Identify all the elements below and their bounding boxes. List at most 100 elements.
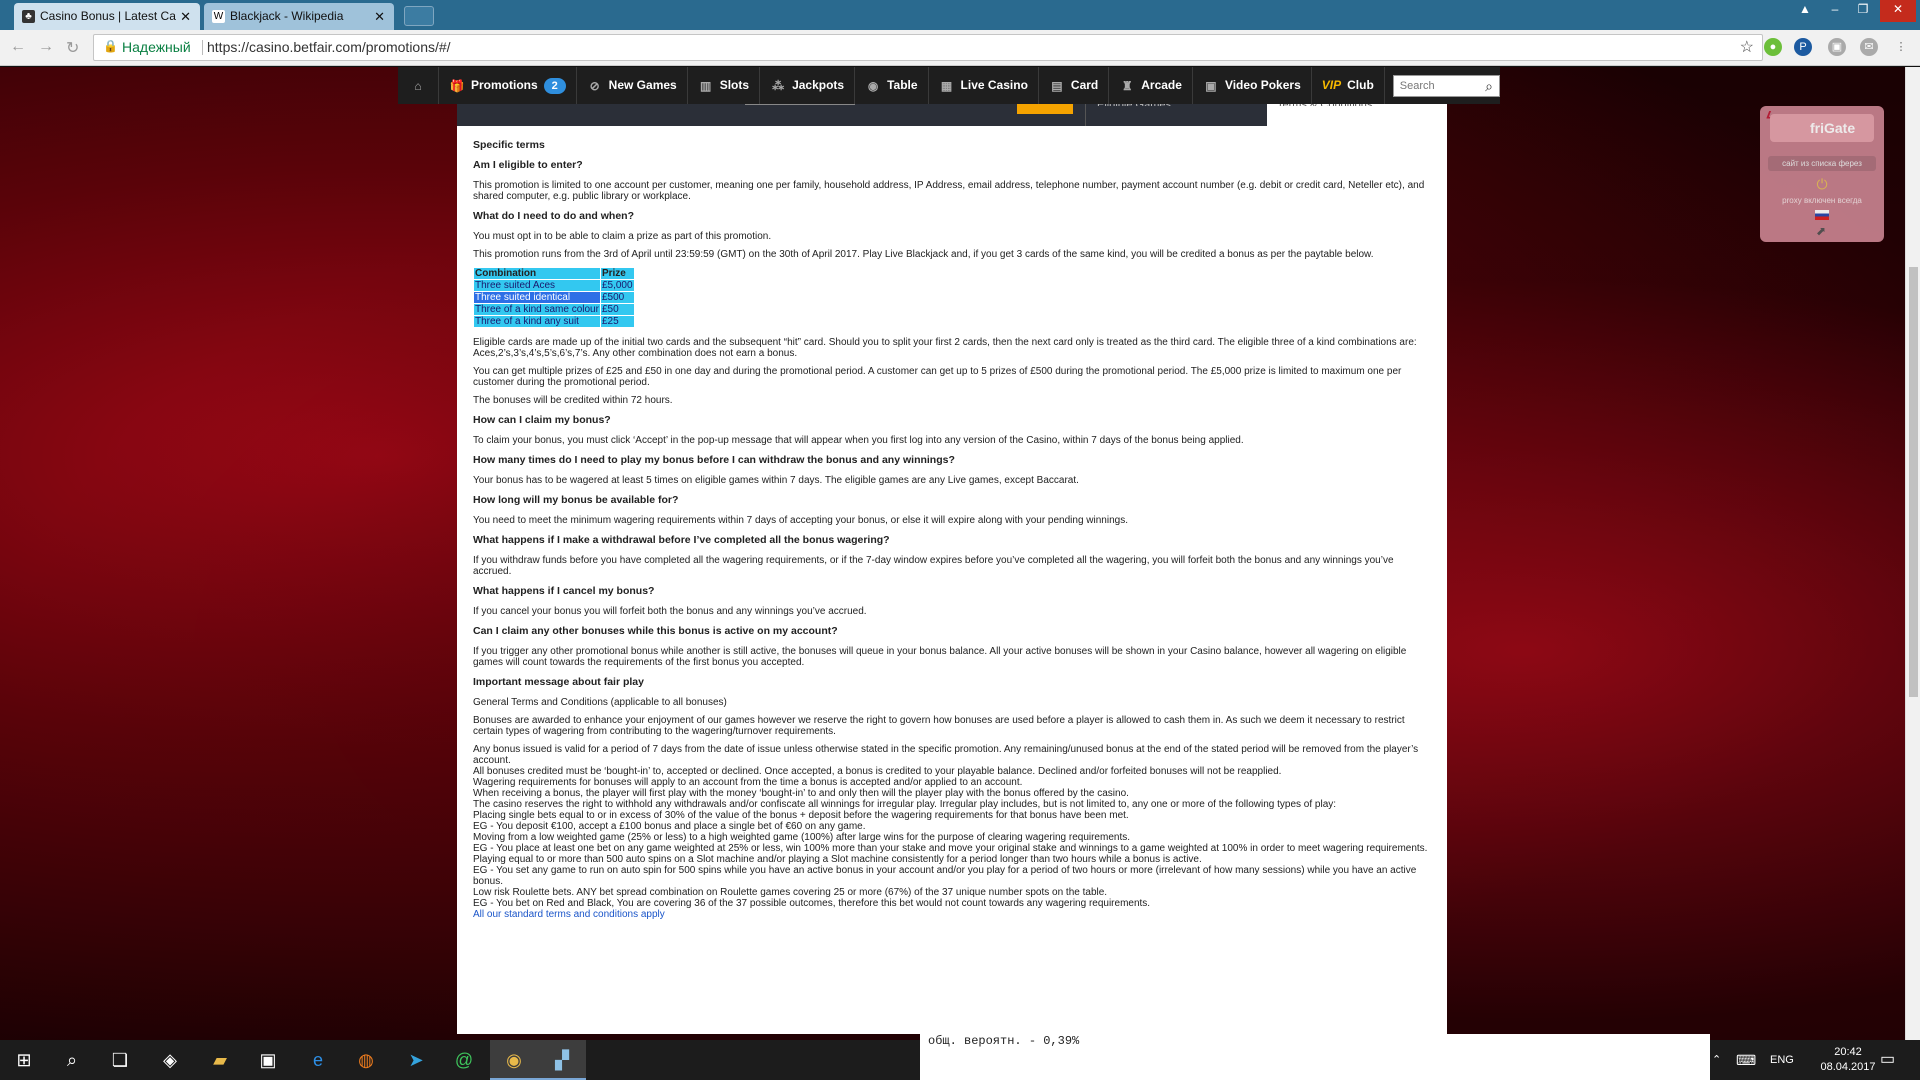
paytable-cell: £50: [599, 303, 635, 316]
reload-icon[interactable]: ↻: [66, 38, 79, 58]
chrome-icon[interactable]: ◉: [490, 1040, 538, 1080]
minimize-button[interactable]: –: [1822, 0, 1848, 22]
question-heading: What do I need to do and when?: [473, 210, 634, 222]
search-placeholder: Search: [1399, 80, 1435, 92]
task-view-icon[interactable]: ❏: [96, 1040, 144, 1080]
clock[interactable]: 20:42 08.04.2017: [1818, 1045, 1878, 1075]
telegram-icon[interactable]: ➤: [392, 1040, 440, 1080]
store-icon[interactable]: ▣: [244, 1040, 292, 1080]
answer-text: This promotion runs from the 3rd of Apri…: [473, 249, 1374, 260]
nav-label: Live Casino: [960, 78, 1028, 92]
new-tab-button[interactable]: [404, 6, 434, 26]
nav-video-pokers[interactable]: ▣ Video Pokers: [1193, 67, 1312, 104]
nav-new-games[interactable]: ⊘ New Games: [577, 67, 688, 104]
green-ext-icon[interactable]: ●: [1764, 38, 1782, 56]
tab-title: Casino Bonus | Latest Ca: [40, 9, 176, 23]
nav-label: Jackpots: [792, 78, 845, 92]
app-icon[interactable]: ◈: [146, 1040, 194, 1080]
back-icon[interactable]: ←: [10, 38, 26, 56]
tray-arrow-icon[interactable]: ⌃: [1712, 1040, 1721, 1080]
nav-jackpots[interactable]: ⁂ Jackpots: [760, 67, 856, 104]
menu-icon[interactable]: ⋮: [1892, 38, 1910, 56]
keyboard-icon[interactable]: ⌨: [1736, 1040, 1756, 1080]
term-line: EG - You bet on Red and Black, You are c…: [473, 898, 1151, 909]
nav-slots[interactable]: ▥ Slots: [688, 67, 761, 104]
term-line: Wagering requirements for bonuses will a…: [473, 777, 1023, 788]
home-button[interactable]: ⌂: [398, 67, 439, 104]
arcade-icon: ♜: [1121, 78, 1133, 93]
nav-card[interactable]: ▤ Card: [1039, 67, 1110, 104]
home-icon: ⌂: [414, 78, 422, 93]
term-line: EG - You set any game to run on auto spi…: [473, 865, 1417, 887]
search-icon[interactable]: ⌕: [1485, 76, 1493, 96]
search-input[interactable]: Search ⌕: [1392, 75, 1500, 97]
forward-icon[interactable]: →: [38, 38, 54, 56]
jackpots-icon: ⁂: [772, 78, 785, 93]
wikipedia-favicon-icon: W: [212, 10, 225, 23]
notification-icon[interactable]: ▭: [1880, 1040, 1895, 1080]
paytable-header: Combination: [473, 267, 601, 280]
language-indicator[interactable]: ENG: [1770, 1040, 1794, 1080]
nav-label: Video Pokers: [1224, 78, 1301, 92]
general-terms-title: General Terms and Conditions (applicable…: [473, 697, 727, 708]
paytable-header-row: Combination Prize: [473, 267, 635, 280]
tab-blackjack-wikipedia[interactable]: W Blackjack - Wikipedia ✕: [204, 3, 394, 30]
term-line: Moving from a low weighted game (25% or …: [473, 832, 1131, 843]
icq-icon[interactable]: @: [440, 1040, 488, 1080]
console-window: общ. вероятн. - 0,39%: [920, 1034, 1710, 1080]
close-tab-icon[interactable]: ✕: [374, 3, 385, 30]
close-window-button[interactable]: ✕: [1880, 0, 1916, 22]
question-heading: Important message about fair play: [473, 676, 644, 688]
omnibox[interactable]: 🔒 Надежный https://casino.betfair.com/pr…: [93, 34, 1763, 61]
search-icon[interactable]: ⌕: [48, 1040, 96, 1080]
restore-button[interactable]: ❐: [1850, 0, 1876, 22]
user-ext-icon[interactable]: ▣: [1828, 38, 1846, 56]
casino-favicon-icon: ♣: [22, 10, 35, 23]
answer-text: You need to meet the minimum wagering re…: [473, 515, 1128, 526]
nav-arcade[interactable]: ♜ Arcade: [1109, 67, 1193, 104]
nav-live-casino[interactable]: ▦ Live Casino: [929, 67, 1039, 104]
power-icon[interactable]: ⏻: [1760, 176, 1884, 193]
scrollbar-thumb[interactable]: [1909, 267, 1918, 697]
term-line: Placing single bets equal to or in exces…: [473, 810, 1129, 821]
term-line: Low risk Roulette bets. ANY bet spread c…: [473, 887, 1108, 898]
question-heading: What happens if I make a withdrawal befo…: [473, 534, 890, 546]
answer-text: Bonuses are awarded to enhance your enjo…: [473, 715, 1405, 737]
question-heading: How many times do I need to play my bonu…: [473, 454, 955, 466]
terms-panel: Specific terms Am I eligible to enter? T…: [457, 104, 1447, 1034]
term-line: All bonuses credited must be ‘bought-in’…: [473, 766, 1282, 777]
profile-icon[interactable]: ▲: [1792, 0, 1818, 22]
paytable-cell: Three of a kind any suit: [473, 315, 601, 328]
question-heading: Am I eligible to enter?: [473, 159, 583, 171]
firefox-icon[interactable]: ◍: [342, 1040, 390, 1080]
tab-title: Blackjack - Wikipedia: [230, 9, 344, 23]
table-icon: ◉: [867, 78, 879, 93]
app-window-icon[interactable]: ▞: [538, 1040, 586, 1080]
tab-casino-bonus[interactable]: ♣ Casino Bonus | Latest Ca ✕: [14, 3, 200, 30]
file-explorer-icon[interactable]: ▰: [196, 1040, 244, 1080]
term-line: The casino reserves the right to withhol…: [473, 799, 1337, 810]
paytable-row: Three of a kind any suit £25: [473, 315, 635, 328]
bookmark-star-icon[interactable]: ☆: [1740, 35, 1754, 60]
opt-in-button[interactable]: [1017, 104, 1073, 114]
p-ext-icon[interactable]: P: [1794, 38, 1812, 56]
nav-table[interactable]: ◉ Table: [855, 67, 929, 104]
close-tab-icon[interactable]: ✕: [180, 3, 191, 30]
site-list-chip[interactable]: сайт из списка ферез: [1768, 156, 1876, 171]
url-text[interactable]: https://casino.betfair.com/promotions/#/: [207, 35, 451, 60]
answer-text: To claim your bonus, you must click ‘Acc…: [473, 435, 1244, 446]
edge-icon[interactable]: e: [294, 1040, 342, 1080]
clock-date: 08.04.2017: [1820, 1061, 1876, 1073]
nav-vip-club[interactable]: VIP Club: [1312, 67, 1385, 104]
arrow-icon[interactable]: ⬈: [1816, 224, 1826, 238]
nav-promotions[interactable]: 🎁 Promotions 2: [439, 67, 577, 104]
frigate-widget[interactable]: ϟ friGate сайт из списка ферез ⏻ proxy в…: [1760, 106, 1884, 242]
answer-text: If you withdraw funds before you have co…: [473, 555, 1394, 577]
answer-text: You must opt in to be able to claim a pr…: [473, 231, 772, 242]
start-icon[interactable]: ⊞: [0, 1040, 48, 1080]
standard-terms-link[interactable]: All our standard terms and conditions ap…: [473, 909, 665, 920]
page-scrollbar[interactable]: [1905, 67, 1920, 1040]
mail-ext-icon[interactable]: ✉: [1860, 38, 1878, 56]
paytable-header: Prize: [599, 267, 635, 280]
secure-label: Надежный: [122, 39, 191, 55]
